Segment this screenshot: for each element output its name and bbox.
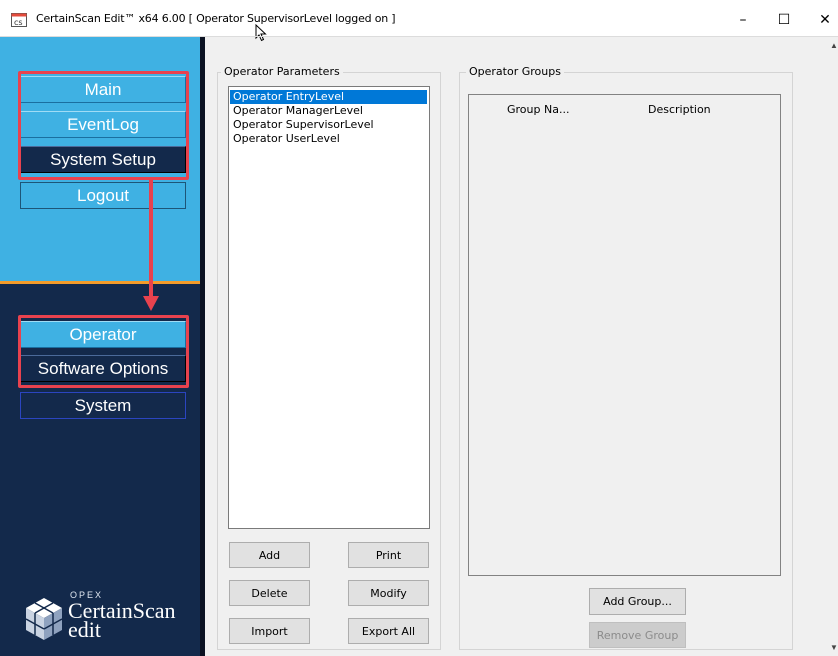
sidebar-accent-bar	[0, 281, 200, 284]
export-all-button[interactable]: Export All	[348, 618, 429, 644]
list-item[interactable]: Operator SupervisorLevel	[230, 118, 427, 132]
logo-sub: edit	[68, 617, 101, 642]
operator-parameters-title: Operator Parameters	[221, 65, 343, 78]
maximize-button[interactable]: ☐	[764, 6, 804, 34]
import-button[interactable]: Import	[229, 618, 310, 644]
modify-button[interactable]: Modify	[348, 580, 429, 606]
sidebar-divider	[200, 37, 205, 656]
close-button[interactable]: ✕	[805, 6, 838, 34]
operator-list[interactable]: Operator EntryLevel Operator ManagerLeve…	[228, 86, 430, 529]
mouse-cursor-icon	[255, 24, 267, 42]
annotation-arrow-head-icon	[143, 296, 159, 311]
nav-logout-button[interactable]: Logout	[20, 182, 186, 209]
remove-group-button[interactable]: Remove Group	[589, 622, 686, 648]
add-group-button[interactable]: Add Group...	[589, 588, 686, 615]
list-item[interactable]: Operator UserLevel	[230, 132, 427, 146]
annotation-top-menu-highlight	[18, 71, 189, 180]
list-item[interactable]: Operator EntryLevel	[230, 90, 427, 104]
title-bar: cs CertainScan Edit™ x64 6.00 [ Operator…	[0, 0, 838, 42]
operator-groups-title: Operator Groups	[466, 65, 564, 78]
column-header-description[interactable]: Description	[648, 103, 711, 116]
app-icon: cs	[11, 13, 27, 27]
annotation-sub-menu-highlight	[18, 315, 189, 388]
svg-text:cs: cs	[14, 18, 23, 27]
scroll-down-icon[interactable]: ▼	[830, 643, 838, 652]
column-header-group-name[interactable]: Group Na...	[507, 103, 569, 116]
list-item[interactable]: Operator ManagerLevel	[230, 104, 427, 118]
annotation-arrow-line	[149, 180, 153, 298]
print-button[interactable]: Print	[348, 542, 429, 568]
window-title: CertainScan Edit™ x64 6.00 [ Operator Su…	[36, 12, 396, 25]
operator-groups-list[interactable]: Group Na... Description	[468, 94, 781, 576]
delete-button[interactable]: Delete	[229, 580, 310, 606]
opex-logo-icon	[25, 598, 63, 640]
add-button[interactable]: Add	[229, 542, 310, 568]
scroll-up-icon[interactable]: ▲	[830, 41, 838, 50]
minimize-button[interactable]: –	[723, 6, 763, 34]
nav-system-button[interactable]: System	[20, 392, 186, 419]
